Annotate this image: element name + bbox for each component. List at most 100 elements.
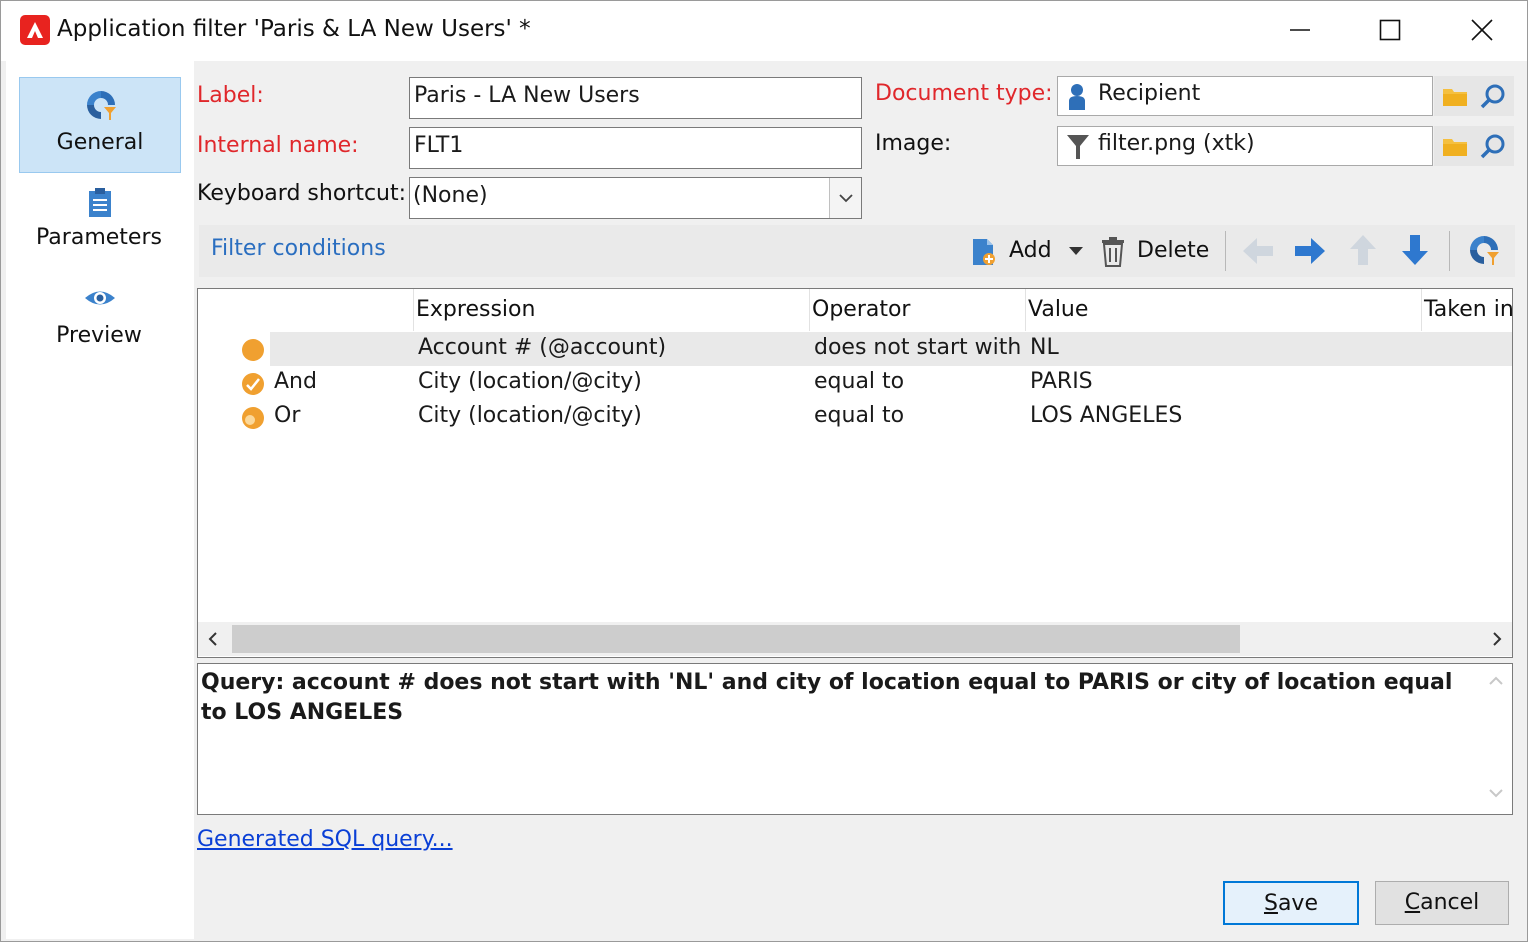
cancel-button[interactable]: Cancel bbox=[1375, 881, 1509, 925]
arrow-up-icon bbox=[1350, 235, 1376, 265]
dialog-client-area: General Parameters Preview Label: Paris … bbox=[6, 61, 1524, 939]
add-button[interactable]: Add bbox=[965, 231, 1055, 271]
funnel-icon bbox=[1067, 135, 1089, 159]
maximize-button[interactable] bbox=[1345, 1, 1435, 59]
recipient-user-icon bbox=[1069, 84, 1085, 110]
row-operator: does not start with bbox=[814, 335, 1022, 360]
row-value: LOS ANGELES bbox=[1030, 403, 1183, 428]
arrow-right-icon bbox=[1295, 238, 1325, 264]
nav-item-preview[interactable]: Preview bbox=[19, 273, 181, 369]
column-header-operator[interactable]: Operator bbox=[810, 289, 1026, 331]
filter-conditions-grid: Expression Operator Value Taken int Acco… bbox=[197, 288, 1513, 658]
document-type-label: Document type: bbox=[875, 81, 1053, 106]
close-button[interactable] bbox=[1437, 1, 1527, 59]
clipboard-icon bbox=[89, 188, 111, 217]
table-row[interactable]: Or City (location/@city) equal to LOS AN… bbox=[198, 400, 1512, 434]
internal-name-input[interactable]: FLT1 bbox=[409, 127, 862, 169]
row-logic: And bbox=[274, 369, 317, 394]
general-filter-icon bbox=[87, 91, 116, 120]
image-value: filter.png (xtk) bbox=[1098, 131, 1255, 156]
column-header-logic[interactable] bbox=[198, 289, 414, 331]
image-field[interactable]: filter.png (xtk) bbox=[1057, 126, 1514, 166]
add-label: Add bbox=[1009, 238, 1052, 263]
or-condition-icon bbox=[242, 407, 264, 429]
save-mnemonic: S bbox=[1263, 891, 1278, 916]
scroll-right-icon[interactable] bbox=[1492, 632, 1502, 646]
condition-dot-icon bbox=[242, 339, 264, 361]
keyboard-shortcut-select[interactable]: (None) bbox=[409, 177, 862, 219]
eye-icon bbox=[85, 291, 115, 305]
vertical-scrollbar[interactable] bbox=[1480, 664, 1512, 814]
minimize-button[interactable] bbox=[1255, 1, 1345, 59]
scrollbar-thumb[interactable] bbox=[232, 625, 1240, 653]
row-value: NL bbox=[1030, 335, 1059, 360]
generated-sql-query-link[interactable]: Generated SQL query... bbox=[197, 827, 453, 852]
document-type-actions bbox=[1434, 76, 1514, 116]
move-right-button[interactable] bbox=[1291, 231, 1331, 271]
horizontal-scrollbar[interactable] bbox=[198, 622, 1512, 656]
arrow-left-icon bbox=[1243, 238, 1273, 264]
nav-item-general[interactable]: General bbox=[19, 77, 181, 173]
nav-item-parameters[interactable]: Parameters bbox=[19, 177, 181, 273]
move-down-button[interactable] bbox=[1397, 231, 1437, 271]
filter-conditions-toolbar: Filter conditions Add Delete bbox=[199, 225, 1515, 277]
table-row[interactable]: And City (location/@city) equal to PARIS bbox=[198, 366, 1512, 400]
label-input[interactable]: Paris - LA New Users bbox=[409, 77, 862, 119]
minimize-icon bbox=[1290, 29, 1310, 31]
filter-conditions-title: Filter conditions bbox=[211, 236, 386, 261]
close-icon bbox=[1471, 19, 1493, 41]
column-header-value[interactable]: Value bbox=[1026, 289, 1422, 331]
row-logic: Or bbox=[274, 403, 301, 428]
chevron-down-icon bbox=[839, 194, 853, 203]
trash-icon bbox=[1102, 237, 1124, 267]
move-left-button[interactable] bbox=[1239, 231, 1279, 271]
column-header-taken-into-account[interactable]: Taken int bbox=[1422, 289, 1512, 331]
move-up-button[interactable] bbox=[1345, 231, 1385, 271]
scroll-left-icon[interactable] bbox=[208, 632, 218, 646]
adobe-campaign-logo-icon bbox=[20, 15, 50, 45]
nav-parameters-label: Parameters bbox=[36, 225, 162, 250]
query-description-box[interactable]: Query: account # does not start with 'NL… bbox=[197, 663, 1513, 815]
nav-general-label: General bbox=[56, 130, 144, 155]
document-type-value: Recipient bbox=[1098, 81, 1201, 106]
add-dropdown-button[interactable] bbox=[1065, 231, 1087, 271]
maximize-icon bbox=[1379, 19, 1401, 41]
filter-refresh-icon bbox=[1470, 236, 1499, 265]
delete-button[interactable]: Delete bbox=[1097, 231, 1215, 271]
query-text: Query: account # does not start with 'NL… bbox=[201, 670, 1453, 725]
table-row[interactable]: Account # (@account) does not start with… bbox=[198, 332, 1512, 366]
left-navigation: General Parameters Preview bbox=[6, 61, 194, 939]
keyboard-shortcut-label: Keyboard shortcut: bbox=[197, 181, 407, 206]
toolbar-separator bbox=[1225, 231, 1226, 271]
save-button[interactable]: Save bbox=[1223, 881, 1359, 925]
column-header-expression[interactable]: Expression bbox=[414, 289, 810, 331]
cancel-label-rest: ancel bbox=[1420, 890, 1480, 915]
nav-preview-label: Preview bbox=[56, 323, 142, 348]
scroll-down-icon[interactable] bbox=[1488, 788, 1504, 798]
row-expression: City (location/@city) bbox=[418, 369, 642, 394]
search-icon[interactable] bbox=[1480, 133, 1506, 159]
document-type-field[interactable]: Recipient bbox=[1057, 76, 1514, 116]
row-expression: Account # (@account) bbox=[418, 335, 667, 360]
label-field-label: Label: bbox=[197, 83, 264, 108]
keyboard-shortcut-dropdown-button[interactable] bbox=[829, 178, 861, 218]
cancel-mnemonic: C bbox=[1404, 890, 1421, 915]
folder-icon[interactable] bbox=[1442, 85, 1468, 107]
refresh-filter-button[interactable] bbox=[1465, 231, 1505, 271]
window-title: Application filter 'Paris & LA New Users… bbox=[57, 16, 531, 42]
application-filter-window: Application filter 'Paris & LA New Users… bbox=[0, 0, 1528, 942]
scroll-up-icon[interactable] bbox=[1488, 676, 1504, 686]
arrow-down-icon bbox=[1402, 235, 1428, 265]
delete-label: Delete bbox=[1137, 238, 1210, 263]
folder-icon[interactable] bbox=[1442, 135, 1468, 157]
search-icon[interactable] bbox=[1480, 83, 1506, 109]
image-actions bbox=[1434, 126, 1514, 166]
row-operator: equal to bbox=[814, 403, 905, 428]
save-label-rest: ave bbox=[1277, 891, 1318, 916]
row-value: PARIS bbox=[1030, 369, 1093, 394]
title-bar: Application filter 'Paris & LA New Users… bbox=[1, 1, 1527, 61]
internal-name-field-label: Internal name: bbox=[197, 133, 359, 158]
add-condition-icon bbox=[973, 239, 995, 265]
keyboard-shortcut-value: (None) bbox=[413, 183, 488, 208]
caret-down-icon bbox=[1069, 247, 1083, 255]
